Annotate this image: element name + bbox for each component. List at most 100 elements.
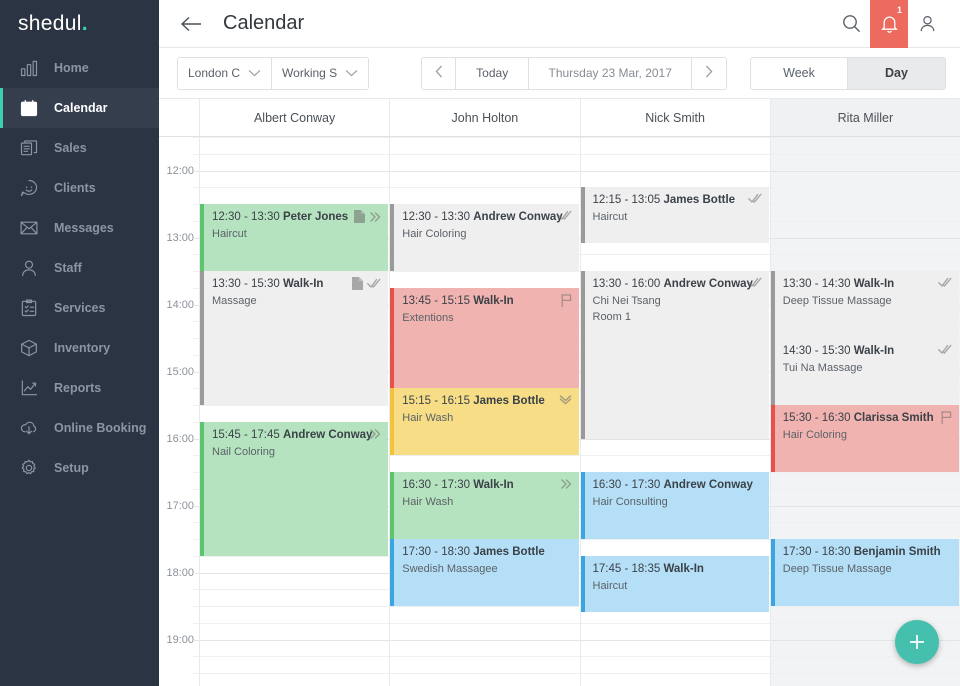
appointment-block[interactable]: 13:30 - 15:30 Walk-InMassage	[200, 271, 388, 405]
appointment-block[interactable]: 14:30 - 15:30 Walk-InTui Na Massage	[771, 338, 959, 405]
appointment-block[interactable]: 17:30 - 18:30 Benjamin SmithDeep Tissue …	[771, 539, 959, 606]
staff-column-header[interactable]: John Holton	[390, 99, 580, 136]
appointment-header: 17:30 - 18:30 Benjamin Smith	[783, 545, 951, 559]
double-chevron-down-icon	[559, 394, 572, 405]
view-button-week[interactable]: Week	[751, 58, 848, 89]
staff-column[interactable]: 13:30 - 14:30 Walk-InDeep Tissue Massage…	[771, 137, 960, 686]
sidebar: shedul. Home Calendar SalesClientsMessages…	[0, 0, 159, 686]
next-day-button[interactable]	[692, 58, 726, 89]
time-gutter-header	[159, 99, 200, 136]
staff-column-header[interactable]: Nick Smith	[581, 99, 771, 136]
sidebar-item-messages[interactable]: Messages	[0, 208, 159, 248]
time-label: 18:00	[166, 567, 194, 579]
sidebar-item-online-booking[interactable]: Online Booking	[0, 408, 159, 448]
staff-column-header[interactable]: Albert Conway	[200, 99, 390, 136]
grid-line	[581, 455, 770, 456]
sidebar-item-services[interactable]: Services	[0, 288, 159, 328]
grid-line	[193, 489, 199, 490]
appointment-block[interactable]: 13:30 - 14:30 Walk-InDeep Tissue Massage	[771, 271, 959, 338]
appointment-block[interactable]: 15:30 - 16:30 Clarissa SmithHair Colorin…	[771, 405, 959, 472]
add-appointment-fab[interactable]	[895, 620, 939, 664]
calendar-icon	[18, 97, 40, 119]
appointment-block[interactable]: 12:30 - 13:30 Peter JonesHaircut	[200, 204, 388, 271]
appointment-block[interactable]: 17:45 - 18:35 Walk-InHaircut	[581, 556, 769, 612]
back-arrow-icon[interactable]	[159, 0, 223, 48]
staff-column[interactable]: 12:15 - 13:05 James BottleHaircut13:30 -…	[581, 137, 771, 686]
search-icon[interactable]	[832, 0, 870, 48]
sidebar-item-staff[interactable]: Staff	[0, 248, 159, 288]
sidebar-item-reports[interactable]: Reports	[0, 368, 159, 408]
notifications-button[interactable]: 1	[870, 0, 908, 48]
double-chevron-right-icon	[369, 428, 381, 440]
sidebar-item-setup[interactable]: Setup	[0, 448, 159, 488]
brand-logo[interactable]: shedul.	[0, 0, 159, 48]
appointment-block[interactable]: 15:15 - 16:15 James BottleHair Wash	[390, 388, 578, 455]
shift-select[interactable]: Working S	[272, 58, 368, 89]
grid-line	[581, 623, 770, 624]
current-date-label[interactable]: Thursday 23 Mar, 2017	[529, 58, 692, 89]
appointment-client: Walk-In	[473, 295, 513, 307]
appointment-client: Andrew Conway	[663, 479, 752, 491]
sidebar-item-sales[interactable]: Sales	[0, 128, 159, 168]
date-navigation: Today Thursday 23 Mar, 2017	[421, 57, 727, 90]
grid-line	[193, 288, 199, 289]
chevron-down-icon	[345, 69, 358, 77]
appointment-icons	[941, 411, 952, 424]
staff-column-header[interactable]: Rita Miller	[771, 99, 960, 136]
grid-line	[193, 522, 199, 523]
double-check-icon	[558, 210, 572, 221]
appointment-client: James Bottle	[663, 194, 735, 206]
appointment-header: 14:30 - 15:30 Walk-In	[783, 344, 951, 358]
appointment-time: 15:30 - 16:30	[783, 412, 851, 424]
appointment-block[interactable]: 12:30 - 13:30 Andrew ConwayHair Coloring	[390, 204, 578, 271]
prev-day-button[interactable]	[422, 58, 456, 89]
sidebar-item-clients[interactable]: Clients	[0, 168, 159, 208]
appointment-block[interactable]: 16:30 - 17:30 Walk-InHair Wash	[390, 472, 578, 539]
appointment-block[interactable]: 15:45 - 17:45 Andrew ConwayNail Coloring	[200, 422, 388, 556]
sidebar-item-label: Calendar	[54, 101, 108, 115]
appointment-service: Haircut	[593, 578, 761, 594]
grid-line	[193, 305, 199, 306]
grid-line	[771, 238, 960, 239]
time-label: 16:00	[166, 433, 194, 445]
grid-line	[200, 405, 389, 406]
location-select[interactable]: London C	[178, 58, 272, 89]
user-avatar-icon[interactable]	[908, 0, 946, 48]
sidebar-item-inventory[interactable]: Inventory	[0, 328, 159, 368]
grid-line	[193, 154, 199, 155]
appointment-block[interactable]: 16:30 - 17:30 Andrew ConwayHair Consulti…	[581, 472, 769, 539]
grid-line	[581, 171, 770, 172]
top-header: Calendar 1	[159, 0, 960, 48]
app-root: shedul. Home Calendar SalesClientsMessages…	[0, 0, 960, 686]
appointment-icons	[369, 428, 381, 440]
grid-line	[581, 254, 770, 255]
grid-line	[200, 171, 389, 172]
today-button[interactable]: Today	[456, 58, 529, 89]
grid-line	[200, 137, 389, 138]
brand-name: shedul	[18, 12, 82, 36]
view-button-day[interactable]: Day	[848, 58, 945, 89]
sidebar-item-calendar[interactable]: Calendar	[0, 88, 159, 128]
grid-line	[771, 187, 960, 188]
grid-line	[581, 539, 770, 540]
staff-column[interactable]: 12:30 - 13:30 Peter JonesHaircut13:30 - …	[200, 137, 390, 686]
sidebar-nav: Home Calendar SalesClientsMessagesStaffSer…	[0, 48, 159, 488]
appointment-time: 12:15 - 13:05	[593, 194, 661, 206]
staff-column[interactable]: 12:30 - 13:30 Andrew ConwayHair Coloring…	[390, 137, 580, 686]
appointment-icons	[560, 478, 572, 490]
grid-line	[581, 137, 770, 138]
appointment-block[interactable]: 13:45 - 15:15 Walk-InExtentions	[390, 288, 578, 389]
double-check-icon	[748, 193, 762, 204]
appointment-block[interactable]: 17:30 - 18:30 James BottleSwedish Massag…	[390, 539, 578, 606]
appointment-client: Benjamin Smith	[854, 546, 941, 558]
appointment-service: Hair Coloring	[783, 427, 951, 443]
grid-line	[200, 573, 389, 574]
sidebar-item-home[interactable]: Home	[0, 48, 159, 88]
appointment-block[interactable]: 12:15 - 13:05 James BottleHaircut	[581, 187, 769, 243]
grid-line	[193, 137, 199, 138]
appointment-block[interactable]: 13:30 - 16:00 Andrew ConwayChi Nei Tsang…	[581, 271, 769, 439]
grid-line	[771, 254, 960, 255]
double-chevron-right-icon	[369, 211, 381, 223]
appointment-time: 13:30 - 16:00	[593, 278, 661, 290]
grid-line	[771, 673, 960, 674]
